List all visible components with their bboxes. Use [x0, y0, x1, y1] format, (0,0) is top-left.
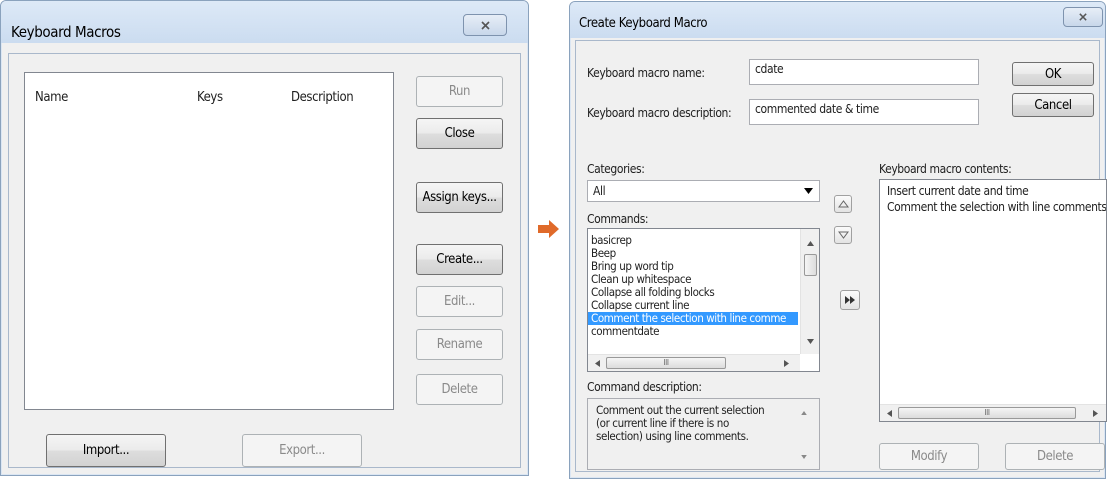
edit-button[interactable]: Edit...: [416, 286, 503, 317]
close-button[interactable]: Close: [416, 118, 503, 149]
commands-vertical-scrollbar[interactable]: [800, 229, 819, 354]
scroll-up-icon: [807, 241, 814, 246]
delete-button-label: Delete: [441, 382, 478, 397]
scroll-up-icon: [801, 411, 807, 415]
scroll-right-icon: [1093, 410, 1098, 417]
rename-button-label: Rename: [436, 337, 483, 352]
delete-content-button-label: Delete: [1036, 449, 1074, 464]
close-icon: [1079, 13, 1087, 21]
scroll-grip-glyph: III: [984, 408, 990, 417]
dialog-title: Create Keyboard Macro: [579, 16, 708, 31]
ok-button-label: OK: [1044, 66, 1062, 82]
macro-content-item[interactable]: Comment the selection with line comments: [884, 199, 1106, 215]
close-button-label: Close: [444, 126, 475, 141]
create-keyboard-macro-dialog: Create Keyboard Macro Keyboard macro nam…: [569, 1, 1107, 479]
table-header: Name Keys Description: [25, 73, 393, 105]
categories-select[interactable]: All: [587, 180, 820, 202]
export-button-label: Export...: [279, 443, 325, 458]
ok-button[interactable]: OK: [1012, 62, 1094, 86]
contents-horizontal-scrollbar[interactable]: III: [880, 404, 1106, 421]
column-header-name[interactable]: Name: [35, 90, 68, 105]
create-button-label: Create...: [436, 252, 483, 267]
import-button[interactable]: Import...: [46, 434, 166, 467]
macro-contents-list[interactable]: Insert current date and time Comment the …: [879, 179, 1107, 422]
macro-name-label: Keyboard macro name:: [587, 66, 705, 80]
macro-name-input[interactable]: cdate: [749, 59, 979, 85]
close-window-button[interactable]: [1063, 7, 1103, 27]
commands-rows: basicrep Beep Bring up word tip Clean up wh…: [588, 234, 798, 338]
triangle-up-icon: [837, 200, 849, 208]
delete-content-button[interactable]: Delete: [1005, 443, 1105, 470]
scroll-left-icon: [887, 410, 892, 417]
delete-button[interactable]: Delete: [416, 374, 503, 405]
create-button[interactable]: Create...: [416, 244, 503, 275]
close-window-button[interactable]: [463, 14, 507, 36]
column-header-description[interactable]: Description: [291, 90, 354, 105]
dialog-title: Keyboard Macros: [11, 23, 121, 41]
scroll-left-icon: [595, 360, 600, 367]
macro-description-label: Keyboard macro description:: [587, 106, 732, 120]
commands-horizontal-scrollbar[interactable]: III: [588, 354, 800, 371]
macro-contents-rows: Insert current date and time Comment the …: [884, 183, 1106, 215]
import-button-label: Import...: [82, 443, 130, 458]
right-arrow-icon: [538, 220, 559, 238]
move-down-button[interactable]: [834, 226, 852, 244]
macro-description-input[interactable]: commented date & time: [749, 99, 979, 125]
cancel-button[interactable]: Cancel: [1012, 93, 1094, 117]
export-button[interactable]: Export...: [242, 434, 362, 467]
commands-list[interactable]: basicrep Beep Bring up word tip Clean up wh…: [587, 228, 820, 372]
add-command-button[interactable]: [840, 290, 860, 310]
modify-button-label: Modify: [910, 449, 948, 464]
scroll-thumb[interactable]: [804, 254, 817, 276]
assign-keys-button[interactable]: Assign keys...: [416, 182, 503, 213]
scroll-down-icon: [801, 455, 807, 459]
triangle-down-icon: [837, 231, 849, 239]
chevron-down-icon: [804, 188, 813, 194]
macro-contents-label: Keyboard macro contents:: [879, 162, 1012, 176]
scroll-grip-glyph: III: [663, 358, 669, 367]
scroll-thumb[interactable]: III: [606, 357, 726, 369]
run-button-label: Run: [448, 84, 471, 99]
command-description-box: Comment out the current selection (or cu…: [587, 398, 820, 470]
macros-table[interactable]: Name Keys Description: [24, 72, 394, 410]
column-header-keys[interactable]: Keys: [197, 90, 223, 105]
run-button[interactable]: Run: [416, 76, 503, 107]
command-list-item[interactable]: basicrep: [588, 234, 798, 247]
scroll-right-icon: [784, 360, 789, 367]
scroll-down-icon: [807, 339, 814, 344]
move-up-button[interactable]: [834, 195, 852, 213]
edit-button-label: Edit...: [444, 294, 475, 309]
double-right-arrow-icon: [845, 296, 855, 304]
command-description-text: Comment out the current selection (or cu…: [596, 403, 765, 443]
macro-content-item[interactable]: Insert current date and time: [884, 183, 1106, 199]
categories-label: Categories:: [587, 162, 645, 176]
rename-button[interactable]: Rename: [416, 329, 503, 360]
keyboard-macros-dialog: Keyboard Macros Name Keys Description Ru…: [0, 0, 529, 476]
modify-button[interactable]: Modify: [879, 443, 979, 470]
cancel-button-label: Cancel: [1034, 97, 1072, 113]
scroll-thumb[interactable]: III: [898, 407, 1076, 419]
command-description-label: Command description:: [587, 380, 702, 394]
command-list-item[interactable]: commentdate: [588, 325, 798, 338]
categories-selected-value: All: [593, 184, 606, 198]
commands-label: Commands:: [587, 212, 649, 226]
close-icon: [480, 20, 490, 30]
assign-keys-button-label: Assign keys...: [422, 190, 497, 205]
